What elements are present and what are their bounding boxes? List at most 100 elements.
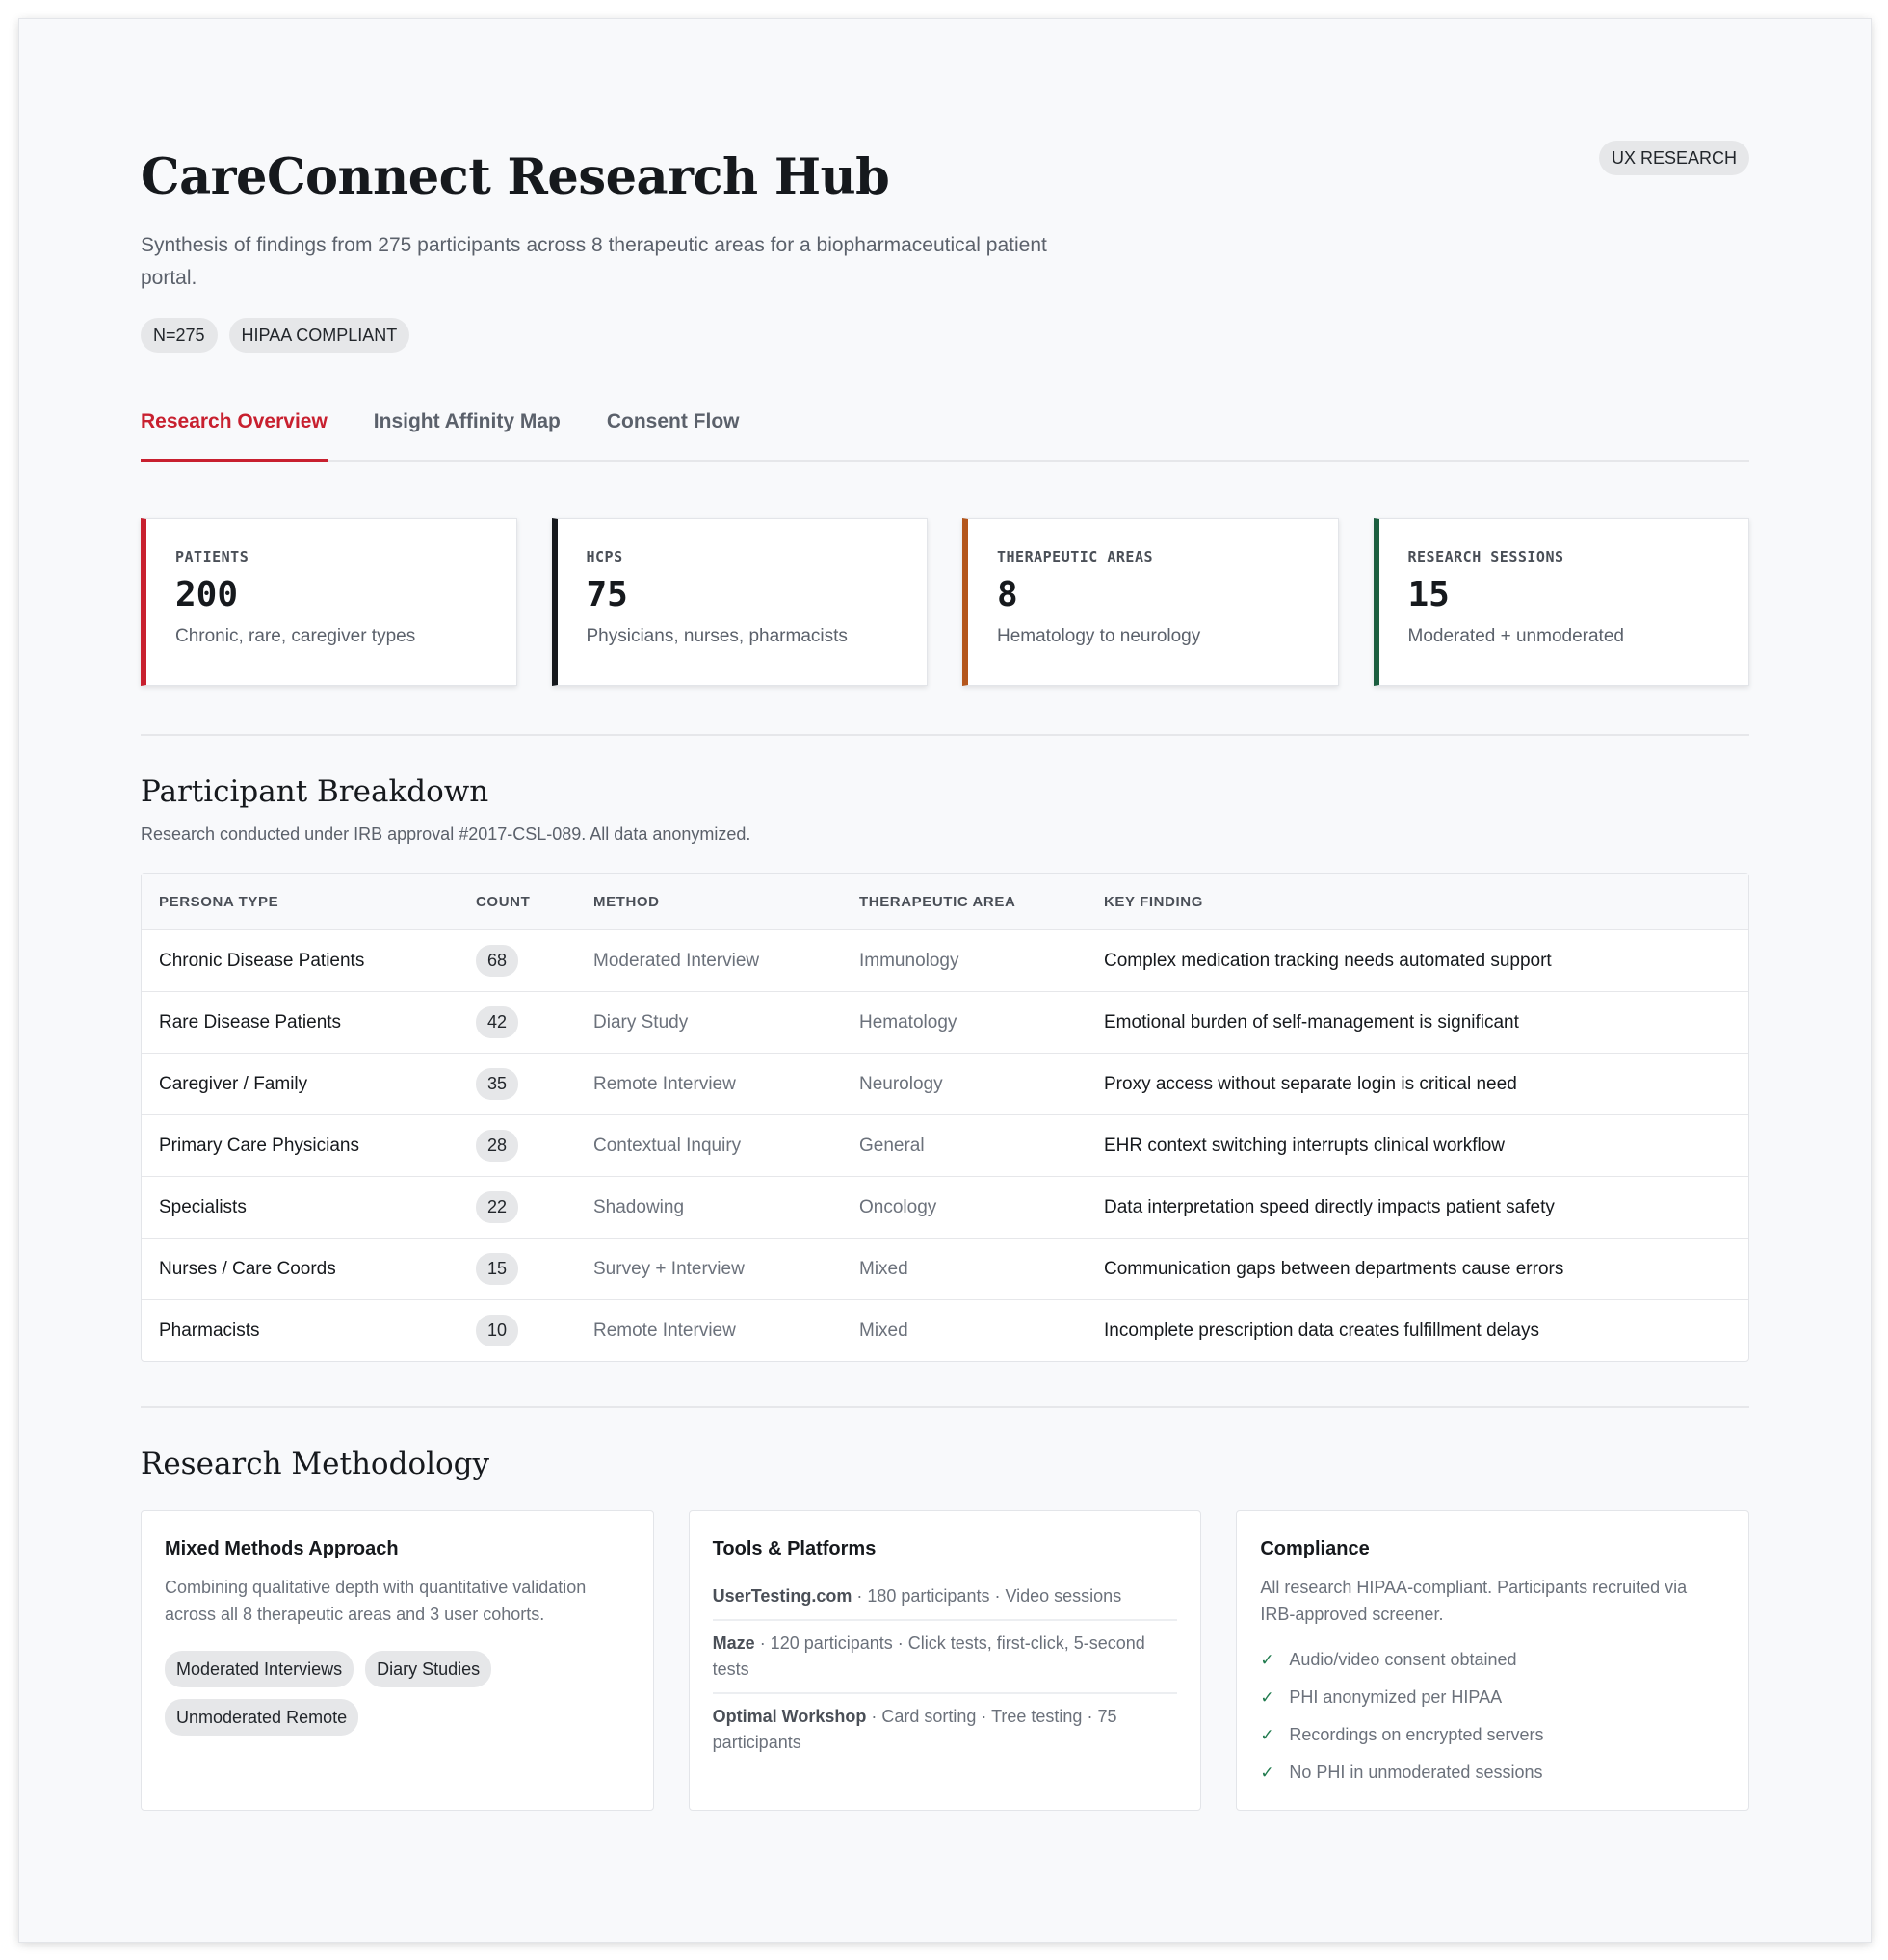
- cell-key-finding: Data interpretation speed directly impac…: [1087, 1176, 1748, 1239]
- list-item: ✓ No PHI in unmoderated sessions: [1260, 1754, 1725, 1791]
- cell-method: Contextual Inquiry: [576, 1114, 842, 1177]
- cell-therapeutic-area: Neurology: [842, 1053, 1087, 1115]
- tab-consent-flow[interactable]: Consent Flow: [607, 395, 740, 460]
- cell-persona: Rare Disease Patients: [142, 991, 459, 1054]
- chip-moderated-interviews: Moderated Interviews: [165, 1651, 354, 1687]
- check-icon: ✓: [1260, 1651, 1274, 1669]
- cell-key-finding: Complex medication tracking needs automa…: [1087, 929, 1748, 992]
- cell-count: 10: [459, 1300, 576, 1362]
- cell-count: 28: [459, 1114, 576, 1177]
- table-row: Chronic Disease Patients 68 Moderated In…: [142, 929, 1748, 992]
- table-row: Specialists 22 Shadowing Oncology Data i…: [142, 1176, 1748, 1239]
- cell-key-finding: Emotional burden of self-management is s…: [1087, 991, 1748, 1054]
- cell-therapeutic-area: General: [842, 1114, 1087, 1177]
- cell-persona: Specialists: [142, 1176, 459, 1239]
- list-item: ✓ PHI anonymized per HIPAA: [1260, 1679, 1725, 1716]
- cell-key-finding: Communication gaps between departments c…: [1087, 1238, 1748, 1300]
- count-badge: 10: [476, 1315, 519, 1346]
- table-row: Primary Care Physicians 28 Contextual In…: [142, 1114, 1748, 1177]
- stat-value: 15: [1407, 575, 1450, 614]
- methodology-cards: Mixed Methods Approach Combining qualita…: [141, 1510, 1750, 1811]
- cell-therapeutic-area: Hematology: [842, 991, 1087, 1054]
- cell-persona: Pharmacists: [159, 1320, 260, 1341]
- cell-method: Diary Study: [576, 991, 842, 1054]
- cell-count: 42: [459, 991, 576, 1054]
- cell-persona: Primary Care Physicians: [142, 1114, 459, 1177]
- count-badge: 42: [476, 1006, 519, 1038]
- column-header-count: COUNT: [459, 874, 576, 930]
- check-label: Audio/video consent obtained: [1289, 1650, 1517, 1669]
- tool-item: Maze · 120 participants · Click tests, f…: [712, 1621, 1178, 1694]
- check-icon: ✓: [1260, 1688, 1274, 1707]
- count-badge: 28: [476, 1130, 519, 1162]
- card-text: All research HIPAA-compliant. Participan…: [1260, 1578, 1688, 1624]
- chip-unmoderated-remote: Unmoderated Remote: [165, 1699, 359, 1736]
- stat-card-research-sessions: RESEARCH SESSIONS 15 Moderated + unmoder…: [1373, 518, 1749, 686]
- stat-label: PATIENTS: [175, 548, 249, 565]
- check-icon: ✓: [1260, 1726, 1274, 1744]
- compliance-checklist: ✓ Audio/video consent obtained ✓ PHI anony…: [1260, 1641, 1725, 1791]
- cell-count: 15: [459, 1238, 576, 1300]
- cell-method: Survey + Interview: [576, 1238, 842, 1300]
- check-icon: ✓: [1260, 1764, 1274, 1782]
- tag-sample-size: N=275: [141, 318, 218, 353]
- stats-row: PATIENTS 200 Chronic, rare, caregiver ty…: [141, 518, 1749, 686]
- list-item: ✓ Audio/video consent obtained: [1260, 1641, 1725, 1679]
- stat-card-hcps: HCPS 75 Physicians, nurses, pharmacists: [551, 518, 928, 686]
- header-tags: N=275 HIPAA COMPLIANT: [141, 318, 410, 353]
- table-row: Caregiver / Family 35 Remote Interview N…: [142, 1053, 1748, 1115]
- cell-count: 22: [459, 1176, 576, 1239]
- page-header: CareConnect Research Hub Synthesis of fi…: [141, 116, 1749, 353]
- tools-platforms-card: Tools & Platforms UserTesting.com · 180 …: [688, 1510, 1202, 1811]
- section-divider: [141, 734, 1749, 736]
- column-header-persona: PERSONA TYPE: [142, 874, 459, 930]
- cell-persona: Caregiver / Family: [142, 1053, 459, 1115]
- card-text: Combining qualitative depth with quantit…: [165, 1578, 587, 1624]
- tool-item: UserTesting.com · 180 participants · Vid…: [712, 1574, 1178, 1621]
- count-badge: 68: [476, 945, 519, 977]
- page-content: CareConnect Research Hub Synthesis of fi…: [141, 116, 1750, 1811]
- cell-method: Moderated Interview: [576, 929, 842, 992]
- cell-persona: Nurses / Care Coords: [142, 1238, 459, 1300]
- cell-method: Shadowing: [576, 1176, 842, 1239]
- section-divider: [141, 1406, 1749, 1408]
- tab-research-overview[interactable]: Research Overview: [141, 395, 328, 462]
- cell-count: 68: [459, 929, 576, 992]
- stat-value: 75: [586, 575, 628, 614]
- stat-label: RESEARCH SESSIONS: [1407, 548, 1564, 565]
- page-subtitle: Synthesis of findings from 275 participa…: [141, 234, 1047, 289]
- stat-label: HCPS: [586, 548, 623, 565]
- page-title: CareConnect Research Hub: [141, 148, 890, 206]
- stat-card-therapeutic-areas: THERAPEUTIC AREAS 8 Hematology to neurol…: [962, 518, 1339, 686]
- cell-persona: Chronic Disease Patients: [142, 929, 459, 992]
- tool-item: Optimal Workshop · Card sorting · Tree t…: [713, 1694, 1178, 1765]
- card-title: Mixed Methods Approach: [165, 1538, 399, 1559]
- list-item: ✓ Recordings on encrypted servers: [1260, 1716, 1725, 1754]
- count-badge: 15: [476, 1253, 519, 1285]
- count-badge: 22: [476, 1191, 519, 1223]
- stat-card-patients: PATIENTS 200 Chronic, rare, caregiver ty…: [141, 518, 517, 686]
- cell-method: Remote Interview: [576, 1053, 842, 1115]
- cell-key-finding: EHR context switching interrupts clinica…: [1087, 1114, 1748, 1177]
- tool-detail: · 180 participants · Video sessions: [852, 1586, 1122, 1606]
- mixed-methods-card: Mixed Methods Approach Combining qualita…: [141, 1510, 654, 1811]
- table-row: Pharmacists 10 Remote Interview Mixed In…: [142, 1300, 1748, 1362]
- tool-name: Optimal Workshop: [712, 1707, 867, 1726]
- cell-method: Remote Interview: [593, 1320, 736, 1341]
- ux-research-badge: UX RESEARCH: [1598, 141, 1749, 175]
- research-methodology-title: Research Methodology: [141, 1447, 490, 1481]
- stat-value: 200: [175, 575, 239, 614]
- compliance-card: Compliance All research HIPAA-compliant.…: [1236, 1510, 1750, 1811]
- check-label: PHI anonymized per HIPAA: [1289, 1687, 1503, 1707]
- stat-description: Physicians, nurses, pharmacists: [586, 626, 848, 646]
- tool-name: Maze: [712, 1633, 755, 1653]
- cell-key-finding: Proxy access without separate login is c…: [1087, 1053, 1748, 1115]
- column-header-therapeutic-area: THERAPEUTIC AREA: [842, 874, 1087, 930]
- check-label: Recordings on encrypted servers: [1289, 1725, 1544, 1744]
- column-header-method: METHOD: [576, 874, 842, 930]
- card-title: Compliance: [1260, 1538, 1370, 1559]
- tab-insight-affinity-map[interactable]: Insight Affinity Map: [374, 395, 561, 460]
- cell-count: 35: [459, 1053, 576, 1115]
- check-label: No PHI in unmoderated sessions: [1289, 1763, 1543, 1782]
- card-title: Tools & Platforms: [712, 1538, 877, 1559]
